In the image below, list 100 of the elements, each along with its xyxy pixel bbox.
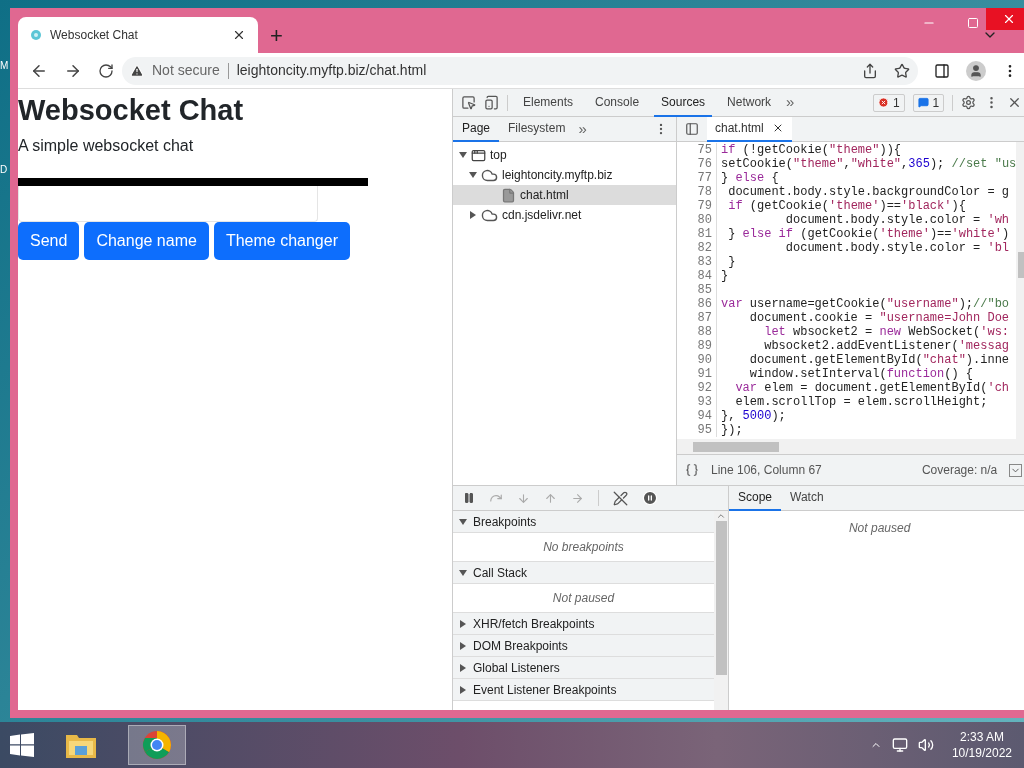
device-toggle-icon[interactable] bbox=[484, 95, 499, 110]
tree-label: leightoncity.myftp.biz bbox=[502, 167, 613, 184]
code-line: if (!getCookie("theme")){ bbox=[720, 143, 902, 157]
deactivate-breakpoints-icon[interactable] bbox=[613, 490, 628, 506]
code-line: wbsocket2.addEventListener('messag bbox=[763, 339, 1010, 353]
code-line: elem.scrollTop = elem.scrollHeight; bbox=[734, 395, 988, 409]
expand-triangle-icon[interactable] bbox=[459, 663, 467, 672]
warning-icon bbox=[130, 63, 144, 78]
security-label: Not secure bbox=[152, 61, 220, 80]
file-icon bbox=[501, 187, 516, 203]
reload-icon[interactable] bbox=[98, 62, 114, 79]
code-line: document.body.style.color = 'bl bbox=[784, 241, 1010, 255]
more-tabs-chevron[interactable]: » bbox=[786, 91, 795, 114]
section-header[interactable]: DOM Breakpoints bbox=[453, 635, 714, 657]
navigator-tab[interactable]: Filesystem bbox=[499, 116, 575, 142]
share-icon[interactable] bbox=[862, 62, 879, 79]
editor-tab[interactable]: chat.html bbox=[707, 116, 792, 142]
section-header[interactable]: XHR/fetch Breakpoints bbox=[453, 613, 714, 635]
close-icon[interactable] bbox=[232, 28, 246, 42]
code-line: } bbox=[720, 269, 729, 283]
line-number: 93 bbox=[677, 395, 717, 409]
line-number: 94 bbox=[677, 409, 717, 423]
coverage-label: Coverage: n/a bbox=[921, 462, 998, 479]
section-header[interactable]: Global Listeners bbox=[453, 657, 714, 679]
section-header[interactable]: Breakpoints bbox=[453, 511, 714, 533]
line-number: 86 bbox=[677, 297, 717, 311]
action-button[interactable]: Change name bbox=[84, 222, 209, 260]
line-number: 88 bbox=[677, 325, 717, 339]
tree-item[interactable]: chat.html bbox=[453, 185, 676, 205]
maximize-icon[interactable] bbox=[967, 17, 980, 29]
code-line: }); bbox=[720, 423, 743, 437]
line-number: 75 bbox=[677, 143, 717, 157]
section-header[interactable]: Call Stack bbox=[453, 562, 714, 584]
code-line: document.cookie = "username=John Doe bbox=[748, 311, 1010, 325]
tree-item[interactable]: top bbox=[453, 145, 676, 165]
browser-tab[interactable]: Websocket Chat bbox=[18, 17, 258, 53]
line-number: 95 bbox=[677, 423, 717, 437]
devtools-tab[interactable]: Network bbox=[720, 88, 779, 117]
collapse-triangle-icon[interactable] bbox=[459, 568, 467, 577]
inspect-icon[interactable] bbox=[461, 95, 476, 110]
line-number: 85 bbox=[677, 283, 717, 297]
settings-icon[interactable] bbox=[961, 95, 977, 110]
collapse-triangle-icon[interactable] bbox=[469, 171, 477, 179]
expand-triangle-icon[interactable] bbox=[459, 641, 467, 650]
cursor-position: Line 106, Column 67 bbox=[711, 462, 823, 479]
code-line: document.body.style.color = 'wh bbox=[784, 213, 1010, 227]
windows-start-icon[interactable] bbox=[10, 733, 34, 757]
volume-icon[interactable] bbox=[917, 737, 934, 753]
vertical-scrollbar[interactable] bbox=[714, 511, 728, 710]
line-number: 80 bbox=[677, 213, 717, 227]
code-line: let wbsocket2 = new WebSocket('ws: bbox=[763, 325, 1010, 339]
frame-icon bbox=[471, 147, 486, 163]
star-icon[interactable] bbox=[894, 62, 911, 79]
new-tab-button[interactable]: + bbox=[270, 25, 283, 47]
empty-message: No breakpoints bbox=[543, 539, 624, 556]
clock[interactable]: 2:33 AM 10/19/2022 bbox=[951, 729, 1012, 761]
desktop-icon-label: M bbox=[0, 60, 9, 72]
empty-message: Not paused bbox=[552, 590, 615, 607]
expand-triangle-icon[interactable] bbox=[459, 619, 467, 628]
action-button[interactable]: Send bbox=[18, 222, 80, 260]
expand-triangle-icon[interactable] bbox=[469, 211, 477, 219]
message-count-badge[interactable]: 1 bbox=[912, 93, 945, 112]
navigator-tab[interactable]: Page bbox=[453, 116, 500, 142]
tree-label: cdn.jsdelivr.net bbox=[502, 207, 582, 224]
taskbar-app[interactable] bbox=[128, 725, 186, 765]
tree-item[interactable]: cdn.jsdelivr.net bbox=[453, 205, 676, 225]
devtools-tab[interactable]: Elements bbox=[516, 88, 581, 117]
more-tabs-chevron[interactable]: » bbox=[578, 117, 587, 141]
code-line: var elem = document.getElementById('ch bbox=[734, 381, 1010, 395]
code-line: if (getCookie('theme')=='black'){ bbox=[727, 199, 966, 213]
error-count-badge[interactable]: 1 bbox=[872, 93, 905, 112]
devtools-tab[interactable]: Console bbox=[588, 88, 647, 117]
pause-icon[interactable] bbox=[463, 492, 475, 504]
tree-label: top bbox=[490, 147, 507, 164]
address-bar[interactable]: Not secure leightoncity.myftp.biz/chat.html bbox=[122, 56, 919, 85]
action-button[interactable]: Theme changer bbox=[213, 222, 350, 260]
pause-on-exceptions-icon[interactable] bbox=[642, 490, 658, 506]
collapse-triangle-icon[interactable] bbox=[459, 151, 467, 159]
expand-triangle-icon[interactable] bbox=[459, 685, 467, 694]
line-number: 81 bbox=[677, 227, 717, 241]
pretty-print-icon[interactable] bbox=[685, 463, 699, 477]
line-number: 78 bbox=[677, 185, 717, 199]
line-number: 90 bbox=[677, 353, 717, 367]
network-icon[interactable] bbox=[891, 737, 908, 753]
line-number: 91 bbox=[677, 367, 717, 381]
empty-message: Not paused bbox=[848, 520, 911, 537]
profile-avatar[interactable] bbox=[966, 60, 987, 81]
horizontal-scrollbar[interactable] bbox=[677, 439, 1024, 455]
section-header[interactable]: Event Listener Breakpoints bbox=[453, 679, 714, 701]
tree-item[interactable]: leightoncity.myftp.biz bbox=[453, 165, 676, 185]
side-panel-icon[interactable] bbox=[934, 62, 951, 79]
url-text: leightoncity.myftp.biz/chat.html bbox=[236, 61, 428, 80]
collapse-triangle-icon[interactable] bbox=[459, 517, 467, 526]
drawer-toggle-icon[interactable] bbox=[1009, 463, 1023, 477]
sidebar-tab[interactable]: Watch bbox=[781, 485, 833, 511]
code-line: } bbox=[727, 255, 736, 269]
sidebar-tab[interactable]: Scope bbox=[729, 485, 782, 511]
toggle-navigator-icon[interactable] bbox=[685, 122, 699, 136]
line-number: 79 bbox=[677, 199, 717, 213]
globe-favicon-icon bbox=[30, 29, 42, 41]
